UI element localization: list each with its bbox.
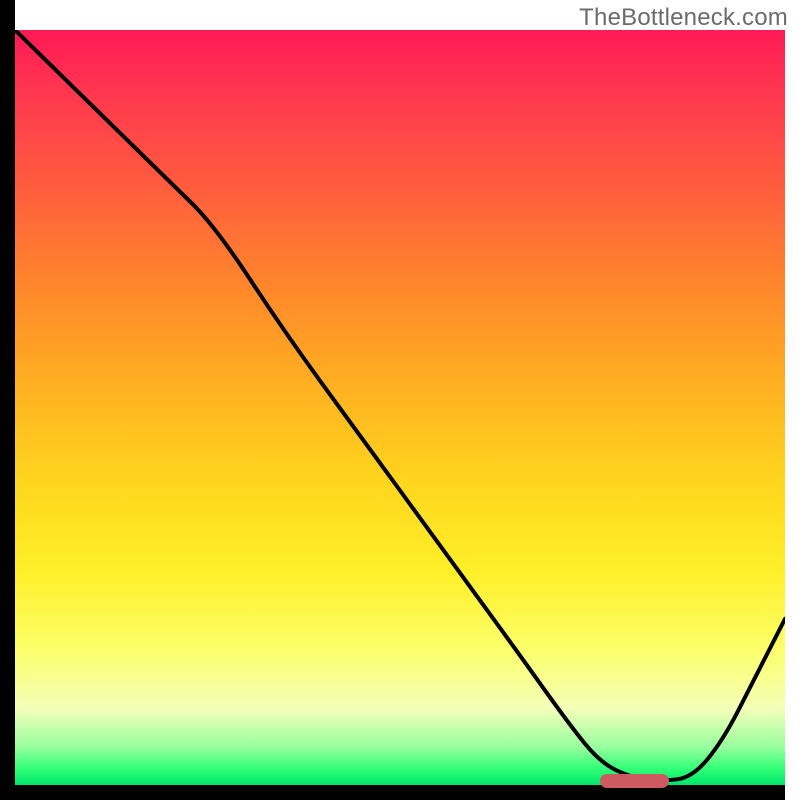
watermark-text: TheBottleneck.com [579,4,788,32]
x-axis [0,785,785,800]
plot-outer [15,30,785,785]
curve-path [15,30,785,780]
chart-stage: TheBottleneck.com [0,0,800,800]
bottleneck-curve [15,30,785,785]
y-axis [0,0,15,785]
optimal-range-marker [600,774,669,788]
